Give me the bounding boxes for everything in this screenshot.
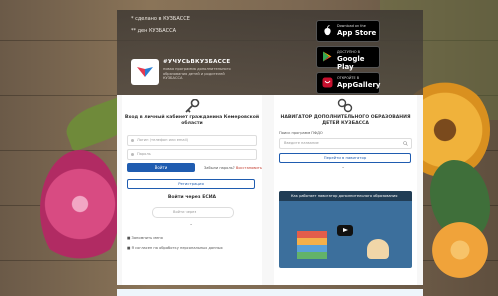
books-illustration bbox=[297, 231, 327, 259]
login-input[interactable]: Логин (телефон или email) bbox=[127, 135, 257, 146]
content-area: Вход в личный кабинет гражданина Кемеров… bbox=[117, 95, 423, 285]
apple-icon bbox=[324, 25, 331, 36]
main-panel: * сделано в КУЗБАССЕ ** ден КУЗБАССА #УЧ… bbox=[117, 10, 423, 296]
app-store-button[interactable]: Download on the App Store bbox=[316, 20, 380, 42]
forgot-password: Забыли пароль? Восстановить bbox=[204, 166, 262, 170]
lock-icon bbox=[131, 153, 134, 156]
login-button[interactable]: Войти bbox=[127, 163, 195, 172]
navigator-title: НАВИГАТОР ДОПОЛНИТЕЛЬНОГО ОБРАЗОВАНИЯ ДЕ… bbox=[280, 115, 411, 126]
orange-flower-decoration bbox=[430, 215, 490, 285]
search-label: Поиск программ ПФДО bbox=[279, 131, 323, 135]
user-icon bbox=[131, 139, 134, 142]
password-input[interactable]: Пароль bbox=[127, 149, 257, 160]
navigator-card: НАВИГАТОР ДОПОЛНИТЕЛЬНОГО ОБРАЗОВАНИЯ ДЕ… bbox=[274, 95, 417, 285]
appgallery-icon bbox=[322, 77, 333, 88]
login-card: Вход в личный кабинет гражданина Кемеров… bbox=[122, 95, 262, 285]
program-search-input[interactable]: Введите название bbox=[279, 138, 412, 149]
consent-checkbox[interactable]: ■ Я согласен на обработку персональных д… bbox=[127, 246, 223, 250]
brand-name: #УЧУСЬВКУЗБАССЕ bbox=[163, 59, 231, 65]
footer-strip bbox=[117, 289, 423, 296]
brand-subtitle: новая программа дополнительного образова… bbox=[163, 67, 231, 81]
play-icon[interactable] bbox=[337, 225, 353, 236]
navigator-icon bbox=[337, 98, 353, 113]
brand-logo[interactable] bbox=[131, 59, 159, 85]
remember-me-checkbox[interactable]: ■ Запомнить меня bbox=[127, 236, 163, 240]
separator-dot: • bbox=[190, 223, 193, 227]
login-title: Вход в личный кабинет гражданина Кемеров… bbox=[124, 115, 260, 126]
video-player[interactable]: Как работает навигатор дополнительного о… bbox=[279, 191, 412, 268]
navigator-button[interactable]: Перейти в навигатор bbox=[279, 153, 411, 163]
google-play-icon bbox=[323, 51, 332, 62]
separator-dot-right: • bbox=[342, 166, 345, 170]
google-play-button[interactable]: ДОСТУПНО В Google Play bbox=[316, 46, 380, 71]
video-title: Как работает навигатор дополнительного о… bbox=[279, 191, 412, 201]
appgallery-button[interactable]: ОТКРОЙТЕ В AppGallery bbox=[316, 72, 380, 94]
search-icon bbox=[403, 141, 408, 146]
esia-login-field[interactable]: Войти через bbox=[152, 207, 234, 218]
key-icon bbox=[185, 99, 200, 113]
header-tagline-1: * сделано в КУЗБАССЕ bbox=[131, 16, 190, 22]
restore-password-link[interactable]: Восстановить bbox=[236, 166, 262, 170]
header-tagline-2: ** ден КУЗБАССА bbox=[131, 28, 177, 34]
esia-title: Войти через ЕСИА bbox=[167, 195, 217, 200]
child-illustration bbox=[367, 239, 389, 259]
register-button[interactable]: Регистрация bbox=[127, 179, 255, 189]
logo-icon bbox=[137, 67, 153, 77]
header-banner: * сделано в КУЗБАССЕ ** ден КУЗБАССА #УЧ… bbox=[117, 10, 423, 95]
pink-flower-decoration bbox=[40, 150, 120, 270]
